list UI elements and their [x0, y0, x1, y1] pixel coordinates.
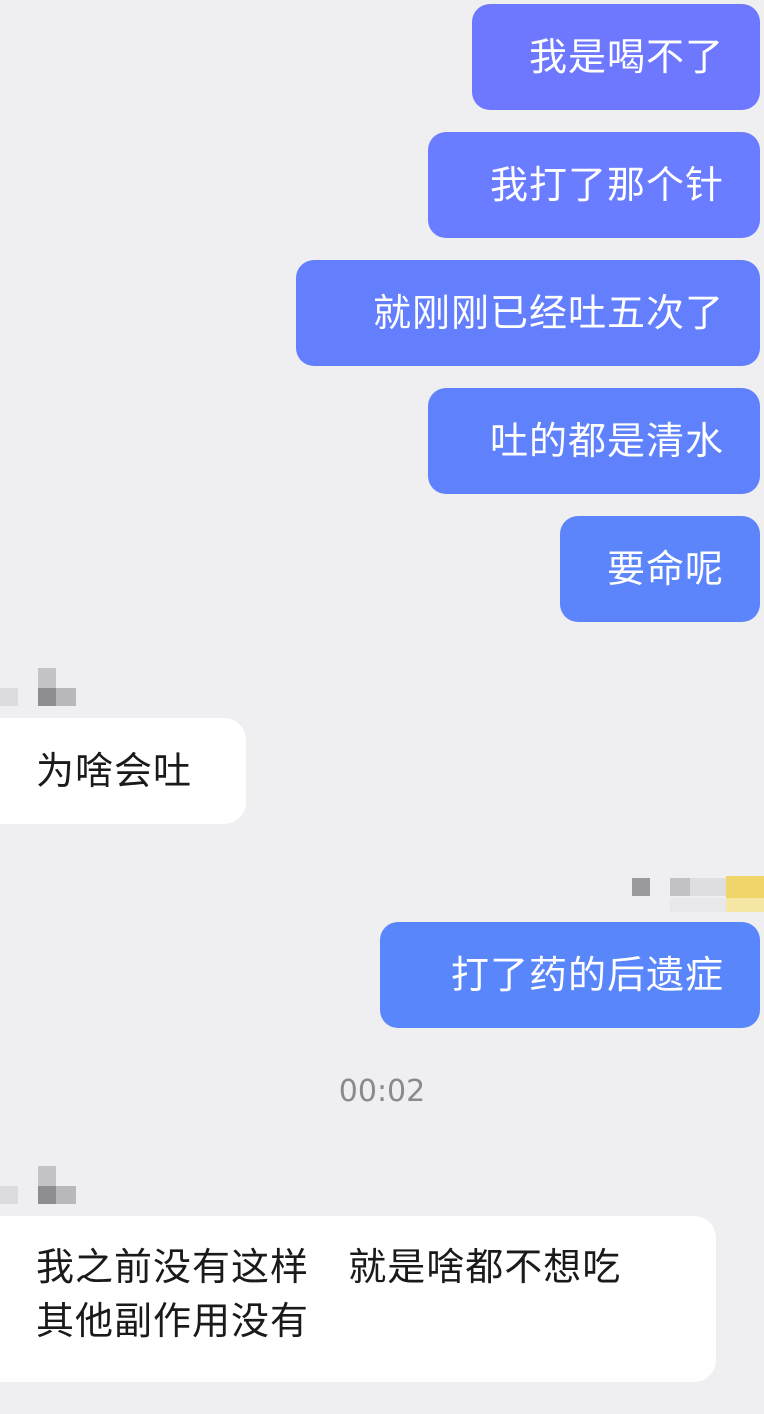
self-avatar-icon[interactable] — [620, 870, 764, 920]
contact-avatar-icon[interactable] — [0, 668, 80, 708]
message-text: 为啥会吐 — [36, 749, 193, 793]
outgoing-message[interactable]: 我是喝不了 — [472, 4, 760, 110]
outgoing-message[interactable]: 打了药的后遗症 — [380, 922, 760, 1028]
message-text: 我打了那个针 — [489, 163, 724, 207]
outgoing-message[interactable]: 吐的都是清水 — [428, 388, 760, 494]
outgoing-message[interactable]: 要命呢 — [560, 516, 760, 622]
incoming-message[interactable]: 为啥会吐 — [0, 718, 246, 824]
incoming-message[interactable]: 我之前没有这样 就是啥都不想吃 其他副作用没有 — [0, 1216, 716, 1382]
chat-thread: 我是喝不了 我打了那个针 就刚刚已经吐五次了 吐的都是清水 要命呢 为啥会吐 打… — [0, 0, 764, 1414]
message-text: 我是喝不了 — [528, 35, 724, 79]
outgoing-message[interactable]: 我打了那个针 — [428, 132, 760, 238]
message-text-line: 我之前没有这样 就是啥都不想吃 — [36, 1245, 622, 1289]
message-text: 就刚刚已经吐五次了 — [372, 291, 724, 335]
message-text: 打了药的后遗症 — [450, 953, 724, 997]
message-text: 吐的都是清水 — [489, 419, 724, 463]
message-text: 要命呢 — [606, 547, 724, 591]
outgoing-message[interactable]: 就刚刚已经吐五次了 — [296, 260, 760, 366]
message-text-line: 其他副作用没有 — [36, 1299, 310, 1343]
contact-avatar-icon[interactable] — [0, 1166, 80, 1206]
timestamp: 00:02 — [338, 1074, 426, 1109]
